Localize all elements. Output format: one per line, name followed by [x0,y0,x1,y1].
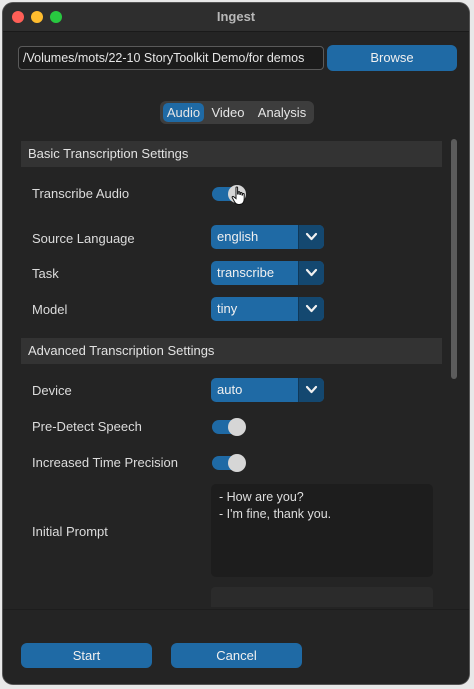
source-language-label: Source Language [32,231,135,246]
dropdown-value: tiny [217,301,238,316]
prompt-line: - I'm fine, thank you. [219,507,332,521]
chevron-down-icon [305,304,318,313]
pre-detect-speech-switch[interactable] [212,418,246,436]
path-input[interactable]: /Volumes/mots/22-10 StoryToolkit Demo/fo… [18,46,324,70]
pre-detect-speech-label: Pre-Detect Speech [32,419,142,434]
prompt-line: - How are you? [219,490,304,504]
chevron-down-icon [305,385,318,394]
advanced-settings-header: Advanced Transcription Settings [21,338,442,364]
window-title: Ingest [216,9,256,24]
dropdown-value: auto [217,382,243,397]
start-button[interactable]: Start [21,643,152,668]
dropdown-value: english [217,229,259,244]
chevron-down-icon [305,268,318,277]
model-dropdown[interactable]: tiny [211,297,324,321]
initial-prompt-label: Initial Prompt [32,524,108,539]
switch-knob [228,454,246,472]
hand-pointer-icon [231,186,245,205]
tab-video[interactable]: Video [208,103,248,122]
model-label: Model [32,302,68,317]
dropdown-value: transcribe [217,265,275,280]
increased-time-precision-switch[interactable] [212,454,246,472]
device-label: Device [32,383,72,398]
tab-audio[interactable]: Audio [163,103,204,122]
scrollbar-thumb[interactable] [451,139,457,379]
ingest-window: Ingest /Volumes/mots/22-10 StoryToolkit … [3,3,469,684]
next-settings-field[interactable] [211,587,433,607]
dropdown-arrow-button[interactable] [298,261,324,285]
dropdown-arrow-button[interactable] [298,297,324,321]
basic-settings-header: Basic Transcription Settings [21,141,442,167]
increased-time-precision-label: Increased Time Precision [32,455,178,470]
title-bar[interactable]: Ingest [3,3,469,32]
chevron-down-icon [305,232,318,241]
tab-bar: Audio Video Analysis [160,101,314,124]
device-dropdown[interactable]: auto [211,378,324,402]
initial-prompt-textarea[interactable]: - How are you? - I'm fine, thank you. [211,484,433,577]
tab-analysis[interactable]: Analysis [252,103,312,122]
switch-knob [228,418,246,436]
cancel-button[interactable]: Cancel [171,643,302,668]
browse-button[interactable]: Browse [327,45,457,71]
settings-scrollbar[interactable] [451,139,457,609]
dropdown-arrow-button[interactable] [298,378,324,402]
task-label: Task [32,266,59,281]
dropdown-arrow-button[interactable] [298,225,324,249]
transcribe-audio-label: Transcribe Audio [32,186,130,201]
source-language-dropdown[interactable]: english [211,225,324,249]
task-dropdown[interactable]: transcribe [211,261,324,285]
